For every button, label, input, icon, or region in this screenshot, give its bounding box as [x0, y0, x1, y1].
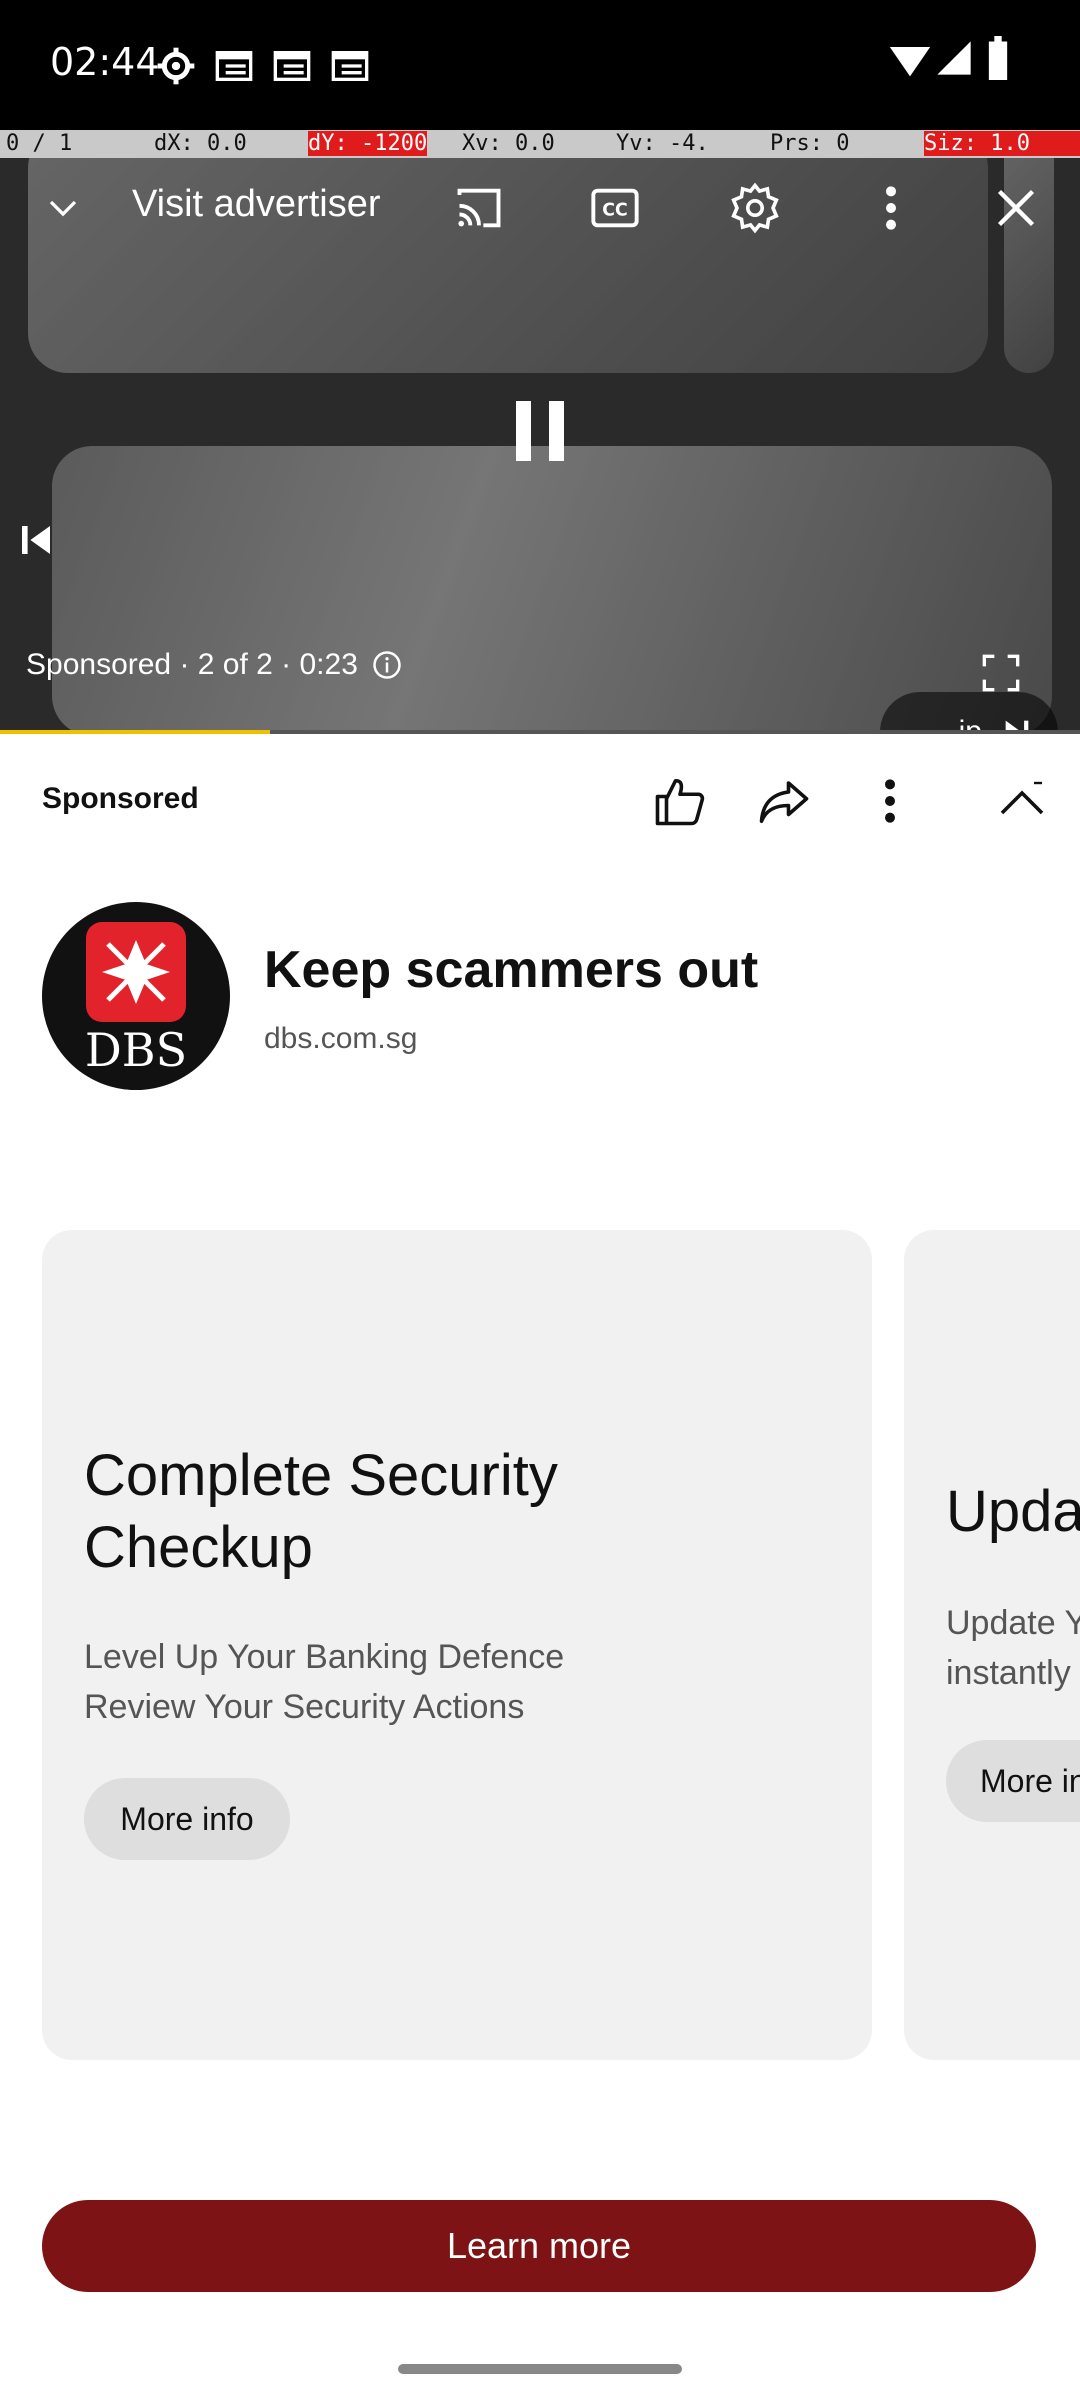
cast-button[interactable] — [424, 168, 534, 248]
cast-icon — [457, 188, 501, 228]
previous-icon[interactable] — [22, 522, 50, 558]
share-button[interactable] — [752, 770, 816, 832]
status-time: 02:44 — [50, 40, 160, 84]
card-title-line: Checkup — [84, 1515, 313, 1580]
card-title: Upda — [946, 1476, 1080, 1548]
chevron-down-icon — [49, 200, 77, 217]
ad-url[interactable]: dbs.com.sg — [264, 1022, 417, 1056]
delta-y: dY: -1200 — [308, 131, 428, 156]
ad-info-text: Sponsored · 2 of 2 · 0:23 — [26, 648, 358, 681]
collapse-player-button[interactable] — [20, 168, 106, 248]
size: Siz: 1.0 — [924, 131, 1080, 156]
card-title-line: Complete Security — [84, 1443, 558, 1508]
thumbs-up-icon — [655, 778, 705, 826]
more-vert-icon — [886, 186, 896, 230]
svg-text:CC: CC — [602, 201, 627, 221]
close-icon — [997, 189, 1035, 227]
signal-icon — [937, 41, 971, 75]
ad-info-overlay: Sponsored · 2 of 2 · 0:23 — [26, 648, 402, 682]
chevron-up-icon — [1000, 781, 1044, 815]
ad-progress-bar[interactable] — [0, 730, 1080, 734]
ad-title[interactable]: Keep scammers out — [264, 940, 758, 1000]
more-info-button[interactable]: More in — [946, 1740, 1080, 1822]
more-options-button[interactable] — [836, 168, 946, 248]
screen-cast-icon — [273, 51, 311, 81]
battery-icon — [988, 36, 1008, 80]
card-subtitle: Level Up Your Banking Defence — [84, 1638, 565, 1676]
carousel-card[interactable] — [904, 1230, 1080, 2060]
pointer-count: 0 / 1 — [6, 131, 73, 156]
sponsored-label: Sponsored — [42, 782, 199, 815]
card-title-line: Upda — [946, 1479, 1080, 1544]
status-bar: 02:44 — [0, 0, 1080, 130]
visit-advertiser-button[interactable]: Visit advertiser — [132, 174, 381, 234]
pressure: Prs: 0 — [770, 131, 850, 156]
learn-more-button[interactable]: Learn more — [42, 2200, 1036, 2292]
settings-button[interactable] — [700, 168, 810, 248]
fullscreen-icon — [982, 654, 1020, 692]
card-subtitle: Review Your Security Actions — [84, 1688, 525, 1726]
settings-gear-icon — [157, 47, 195, 85]
delta-x: dX: 0.0 — [154, 131, 247, 156]
screen-cast-icon — [331, 51, 369, 81]
home-gesture-bar[interactable] — [398, 2364, 682, 2374]
card-subtitle: instantly — [946, 1654, 1071, 1692]
share-icon — [759, 781, 809, 824]
velocity-x: Xv: 0.0 — [462, 131, 555, 156]
velocity-y: Yv: -4. — [616, 131, 709, 156]
dbs-logo[interactable]: DBS — [42, 902, 230, 1090]
card-subtitle: Update Y — [946, 1604, 1080, 1642]
like-button[interactable] — [648, 770, 712, 832]
video-player[interactable]: Visit advertiser CC ip Sponsored · 2 of … — [0, 158, 1080, 733]
more-vert-icon — [885, 779, 895, 823]
more-info-button[interactable]: More info — [84, 1778, 290, 1860]
ad-progress-fill — [0, 730, 270, 734]
pause-icon — [516, 401, 564, 461]
wifi-icon — [889, 47, 931, 77]
dbs-logo-text: DBS — [85, 1023, 187, 1077]
close-player-button[interactable] — [966, 168, 1066, 248]
fullscreen-button[interactable] — [960, 638, 1042, 708]
closed-captions-icon: CC — [591, 188, 639, 228]
info-icon[interactable] — [372, 650, 402, 680]
pause-button[interactable] — [466, 358, 614, 504]
dbs-logo-mark: DBS — [85, 922, 187, 1077]
screen-cast-icon — [215, 51, 253, 81]
collapse-ad-button[interactable] — [994, 770, 1050, 832]
gear-icon — [731, 182, 779, 234]
ad-more-options-button[interactable] — [858, 770, 922, 832]
pointer-debug-bar: 0 / 1 dX: 0.0 dY: -1200 Xv: 0.0 Yv: -4. … — [0, 130, 1080, 158]
card-title: Complete Security Checkup — [84, 1440, 558, 1584]
captions-button[interactable]: CC — [560, 168, 670, 248]
